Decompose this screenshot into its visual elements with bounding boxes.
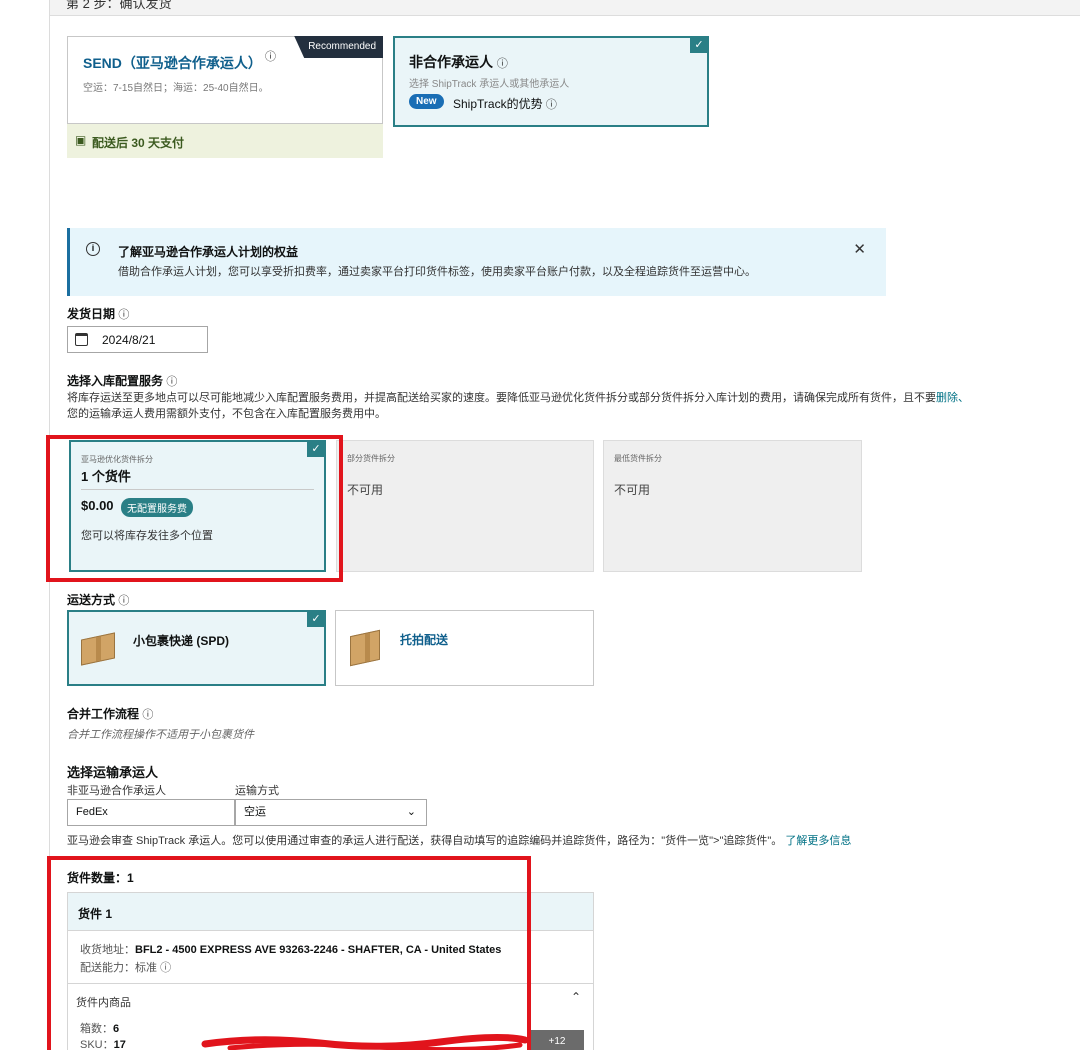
partner-program-info-banner: i 了解亚马逊合作承运人计划的权益 借助合作承运人计划，您可以享受折扣费率，通过…	[67, 228, 886, 296]
carrier-input[interactable]: FedEx	[67, 799, 235, 826]
more-items-chip[interactable]: +12	[530, 1030, 584, 1050]
placement-description: 将库存运送至更多地点可以尽可能地减少入库配置服务费用，并提高配送给买家的速度。要…	[67, 392, 969, 404]
learn-more-link[interactable]: 了解更多信息	[785, 835, 851, 847]
spd-label: 小包裹快递 (SPD)	[133, 634, 230, 648]
option-small-label: 亚马逊优化货件拆分	[81, 455, 153, 464]
info-icon[interactable]: ⓘ	[118, 309, 129, 321]
chevron-down-icon: ⌄	[406, 806, 416, 818]
info-icon[interactable]: ⓘ	[142, 709, 153, 721]
option-small-label: 最低货件拆分	[614, 454, 662, 463]
banner-description: 借助合作承运人计划，您可以享受折扣费率，通过卖家平台打印货件标签，使用卖家平台账…	[118, 266, 756, 278]
pay-after-delivery-strip: ▣ 配送后 30 天支付	[67, 124, 383, 158]
info-icon: ⓘ	[160, 962, 172, 974]
non-partner-title: 非合作承运人 ⓘ	[409, 54, 508, 70]
shiptrack-advantage-link[interactable]: ShipTrack的优势 ⓘ	[453, 95, 557, 112]
shipment-panel: 货件 1 收货地址：BFL2 - 4500 EXPRESS AVE 93263-…	[67, 892, 594, 1050]
calendar-icon[interactable]	[75, 333, 88, 346]
placement-option-minimal[interactable]: 最低货件拆分 不可用	[603, 440, 862, 572]
workflow-note: 合并工作流程操作不适用于小包裹货件	[67, 729, 254, 741]
option-small-label: 部分货件拆分	[347, 454, 395, 463]
step-title: 第 2 步：确认发货	[66, 0, 172, 11]
sku-count: SKU：17	[80, 1039, 126, 1050]
workflow-label: 合并工作流程 ⓘ	[67, 707, 154, 721]
send-program-title: SEND（亚马逊合作承运人）	[83, 55, 262, 71]
transport-mode-select[interactable]: 空运 ⌄	[235, 799, 427, 826]
unavailable-text: 不可用	[614, 483, 651, 497]
pallet-box-icon	[350, 629, 380, 667]
placement-option-amazon-optimized[interactable]: 亚马逊优化货件拆分 1 个货件 $0.00 无配置服务费 您可以将库存发往多个位…	[69, 440, 326, 572]
address-value: BFL2 - 4500 EXPRESS AVE 93263-2246 - SHA…	[135, 944, 502, 956]
content-left-border	[49, 0, 50, 1050]
placement-price: $0.00	[81, 498, 114, 513]
box-count: 箱数：6	[80, 1023, 120, 1035]
carrier-select-label: 选择运输承运人	[67, 765, 159, 780]
placement-option-partial[interactable]: 部分货件拆分 不可用	[336, 440, 594, 572]
unavailable-text: 不可用	[347, 483, 384, 497]
close-icon[interactable]: ✕	[853, 240, 866, 258]
selected-check-icon: ✓	[307, 611, 325, 627]
info-icon[interactable]: ⓘ	[265, 48, 276, 64]
delivery-capability: 配送能力：标准 ⓘ	[80, 962, 172, 974]
send-program-card[interactable]: SEND（亚马逊合作承运人） ⓘ 空运：7-15自然日；海运：25-40自然日。…	[67, 36, 383, 124]
transport-mode-value: 空运	[244, 806, 266, 818]
delete-link[interactable]: 删除、	[936, 392, 969, 404]
parcel-box-icon	[81, 632, 115, 666]
placement-description-2: 您的运输承运人费用需额外支付，不包含在入库配置服务费用中。	[67, 408, 386, 420]
no-fee-badge: 无配置服务费	[121, 498, 193, 517]
ship-date-label: 发货日期 ⓘ	[67, 307, 130, 321]
divider	[81, 489, 314, 490]
shiptrack-note: 亚马逊会审查 ShipTrack 承运人。您可以使用通过审查的承运人进行配送，获…	[67, 835, 852, 847]
shipment-header: 货件 1	[68, 893, 593, 931]
chevron-up-icon[interactable]: ⌃	[571, 990, 581, 1004]
selected-check-icon: ✓	[690, 37, 708, 53]
shipment-count: 1 个货件	[81, 469, 131, 484]
info-icon[interactable]: ⓘ	[546, 99, 557, 111]
banner-title: 了解亚马逊合作承运人计划的权益	[118, 245, 299, 259]
shipment-items-label: 货件内商品	[76, 997, 131, 1009]
new-badge: New	[409, 94, 444, 109]
non-partner-carrier-card[interactable]: 非合作承运人 ⓘ 选择 ShipTrack 承运人或其他承运人 New Ship…	[393, 36, 709, 127]
shipping-mode-ltl[interactable]: 托拍配送	[335, 610, 594, 686]
shipping-mode-label: 运送方式 ⓘ	[67, 593, 130, 607]
pay-after-delivery-text: 配送后 30 天支付	[92, 136, 185, 150]
non-partner-subtitle: 选择 ShipTrack 承运人或其他承运人	[409, 79, 570, 90]
ship-date-input[interactable]: 2024/8/21	[67, 326, 208, 353]
divider	[68, 983, 593, 984]
calendar-icon: ▣	[75, 133, 87, 147]
send-program-subtitle: 空运：7-15自然日；海运：25-40自然日。	[83, 83, 269, 94]
shipment-count-label: 货件数量：1	[67, 871, 134, 885]
recommended-badge: Recommended	[294, 36, 383, 58]
ship-to-address: 收货地址：BFL2 - 4500 EXPRESS AVE 93263-2246 …	[80, 944, 502, 956]
transport-mode-label: 运输方式	[235, 785, 279, 797]
info-icon[interactable]: ⓘ	[166, 376, 177, 388]
placement-option-desc: 您可以将库存发往多个位置	[81, 530, 213, 542]
step-header-bar	[50, 0, 1080, 16]
shipping-mode-spd[interactable]: 小包裹快递 (SPD) ✓	[67, 610, 326, 686]
ship-date-value: 2024/8/21	[102, 333, 156, 347]
ltl-label: 托拍配送	[400, 633, 449, 647]
info-icon[interactable]: ⓘ	[497, 58, 508, 70]
info-icon: i	[86, 242, 100, 256]
info-icon[interactable]: ⓘ	[118, 595, 129, 607]
placement-service-label: 选择入库配置服务 ⓘ	[67, 374, 178, 388]
non-partner-carrier-label: 非亚马逊合作承运人	[67, 785, 166, 797]
shipment-title: 货件 1	[78, 907, 113, 921]
selected-check-icon: ✓	[307, 441, 325, 457]
